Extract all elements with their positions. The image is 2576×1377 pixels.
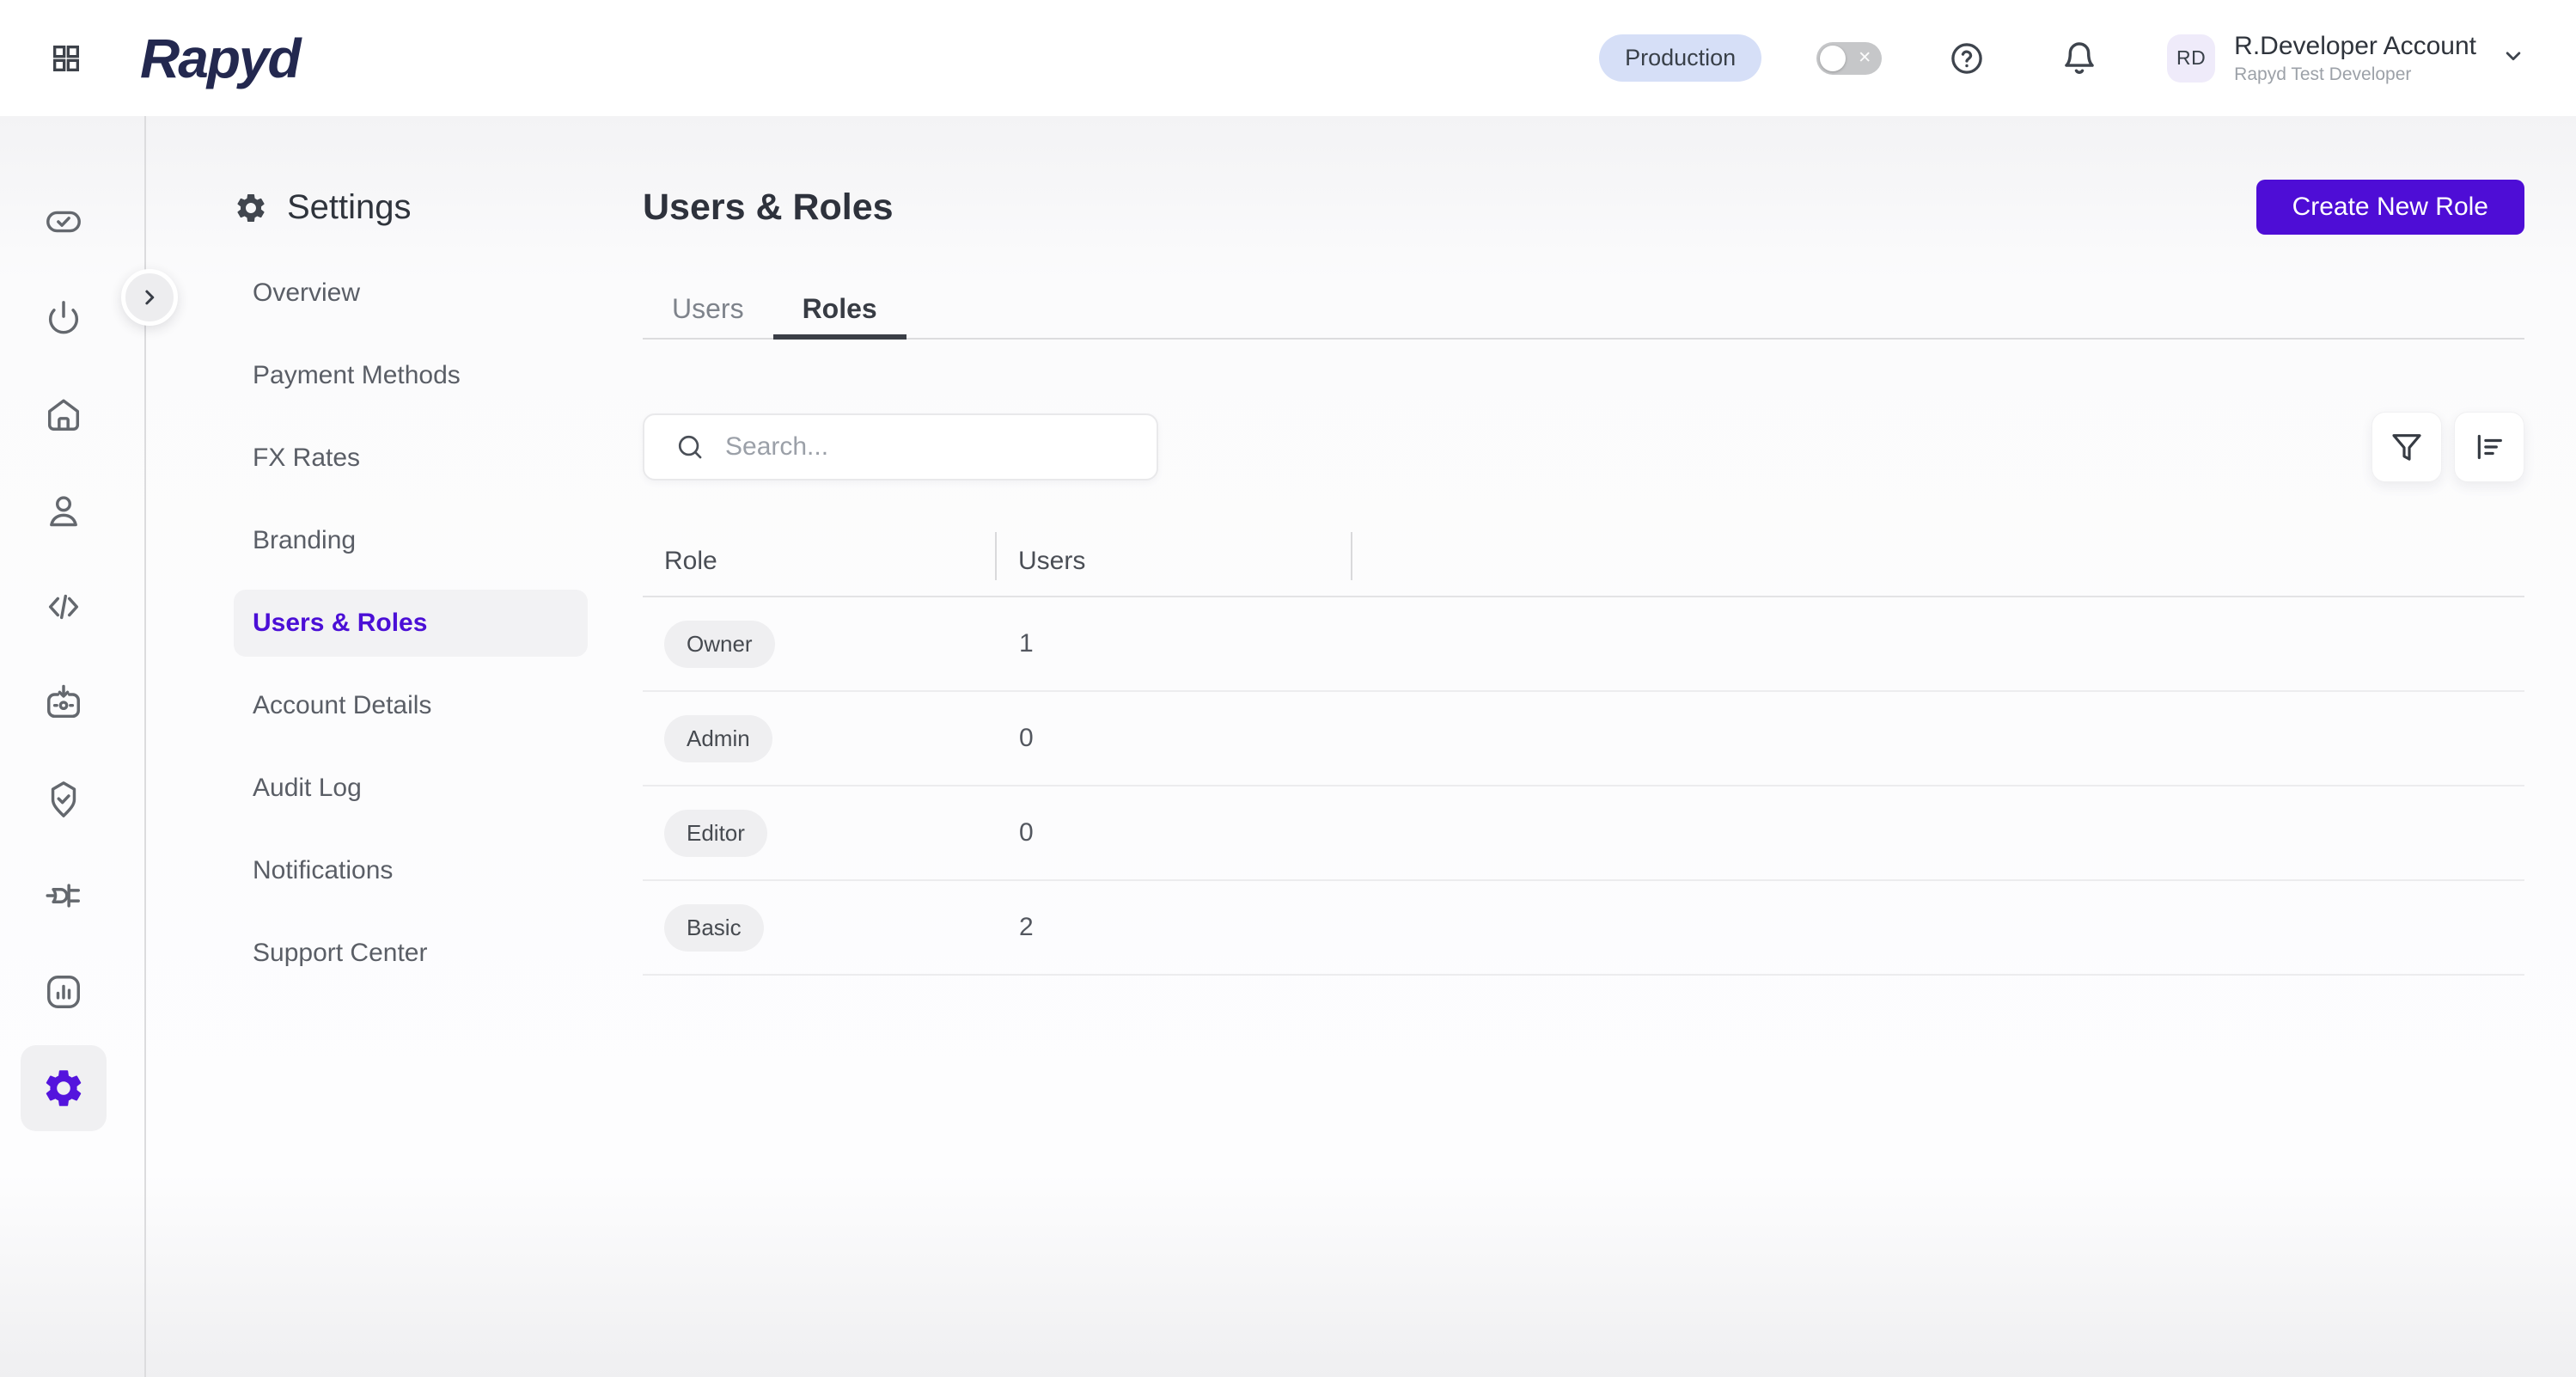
gear-icon (234, 191, 268, 225)
search-input[interactable] (725, 432, 1131, 462)
settings-item-support-center[interactable]: Support Center (234, 920, 588, 987)
settings-item-notifications[interactable]: Notifications (234, 837, 588, 904)
table-row[interactable]: Admin 0 (643, 692, 2524, 786)
role-badge: Editor (664, 810, 767, 857)
filter-button[interactable] (2372, 412, 2442, 482)
customers-icon[interactable] (21, 468, 107, 554)
toggle-knob (1820, 46, 1846, 71)
role-badge: Basic (664, 904, 764, 952)
account-name: R.Developer Account (2234, 32, 2476, 61)
account-text: R.Developer Account Rapyd Test Developer (2234, 32, 2476, 85)
table-header: Role Users (643, 527, 2524, 597)
create-new-role-button[interactable]: Create New Role (2256, 180, 2524, 235)
role-cell: Admin (643, 715, 997, 762)
users-count-cell: 0 (997, 818, 1352, 848)
home-icon[interactable] (21, 371, 107, 457)
role-cell: Basic (643, 904, 997, 952)
toggle-off-symbol: ✕ (1858, 48, 1871, 68)
main-header: Users & Roles Create New Role (643, 180, 2524, 235)
settings-title-label: Settings (287, 188, 412, 227)
tab-users[interactable]: Users (643, 279, 773, 338)
app-window: Rapyd Production ✕ RD R.Developer Accoun… (0, 0, 2576, 1377)
settings-panel: Settings Overview Payment Methods FX Rat… (148, 116, 643, 987)
search-box[interactable] (643, 413, 1158, 480)
search-icon (675, 432, 705, 462)
users-count-cell: 1 (997, 629, 1352, 658)
analytics-chart-icon[interactable] (21, 949, 107, 1035)
payins-icon[interactable] (21, 660, 107, 746)
developers-code-icon[interactable] (21, 564, 107, 650)
users-count-cell: 2 (997, 913, 1352, 942)
environment-badge: Production (1599, 34, 1761, 82)
top-bar-right: Production ✕ RD R.Developer Account Rapy… (1599, 32, 2526, 85)
users-count-cell: 0 (997, 724, 1352, 753)
settings-item-overview[interactable]: Overview (234, 260, 588, 327)
tab-roles[interactable]: Roles (773, 279, 906, 338)
chevron-down-icon (2500, 43, 2526, 73)
account-menu[interactable]: RD R.Developer Account Rapyd Test Develo… (2167, 32, 2526, 85)
settings-item-users-roles[interactable]: Users & Roles (234, 590, 588, 657)
table-controls (643, 412, 2524, 482)
settings-item-payment-methods[interactable]: Payment Methods (234, 342, 588, 409)
table-row[interactable]: Editor 0 (643, 786, 2524, 881)
sort-button[interactable] (2454, 412, 2524, 482)
rapyd-logo[interactable]: Rapyd (140, 27, 300, 90)
content-area: Settings Overview Payment Methods FX Rat… (0, 116, 2576, 1377)
compliance-shield-icon[interactable] (21, 756, 107, 842)
sort-icon (2472, 430, 2506, 464)
toolbar-buttons (2372, 412, 2524, 482)
avatar: RD (2167, 34, 2215, 83)
settings-item-branding[interactable]: Branding (234, 507, 588, 574)
main-content: Users & Roles Create New Role Users Role… (643, 116, 2524, 976)
settings-item-account-details[interactable]: Account Details (234, 672, 588, 739)
settings-item-audit-log[interactable]: Audit Log (234, 755, 588, 822)
help-icon[interactable] (1949, 40, 1985, 76)
power-icon[interactable] (21, 275, 107, 361)
page-title: Users & Roles (643, 187, 894, 229)
roles-table: Role Users Owner 1 Admin 0 Editor 0 Basi… (643, 527, 2524, 976)
tabs: Users Roles (643, 279, 2524, 340)
bell-icon[interactable] (2060, 40, 2098, 77)
role-badge: Admin (664, 715, 772, 762)
task-check-icon[interactable] (21, 179, 107, 265)
role-cell: Editor (643, 810, 997, 857)
column-header-role: Role (643, 527, 997, 596)
column-header-users: Users (997, 527, 1352, 596)
grid-menu-icon[interactable] (47, 40, 85, 77)
chevron-right-icon (137, 285, 162, 310)
settings-item-fx-rates[interactable]: FX Rates (234, 425, 588, 492)
settings-panel-title: Settings (234, 188, 643, 227)
table-row[interactable]: Basic 2 (643, 881, 2524, 976)
settings-menu: Overview Payment Methods FX Rates Brandi… (234, 260, 643, 987)
table-row[interactable]: Owner 1 (643, 597, 2524, 692)
collapse-panel-button[interactable] (121, 269, 178, 326)
account-subtitle: Rapyd Test Developer (2234, 64, 2476, 85)
settings-gear-icon[interactable] (21, 1045, 107, 1131)
top-bar: Rapyd Production ✕ RD R.Developer Accoun… (0, 0, 2576, 116)
integrations-plug-icon[interactable] (21, 853, 107, 939)
role-cell: Owner (643, 621, 997, 668)
role-badge: Owner (664, 621, 775, 668)
environment-toggle[interactable]: ✕ (1816, 42, 1882, 75)
filter-funnel-icon (2390, 430, 2424, 464)
